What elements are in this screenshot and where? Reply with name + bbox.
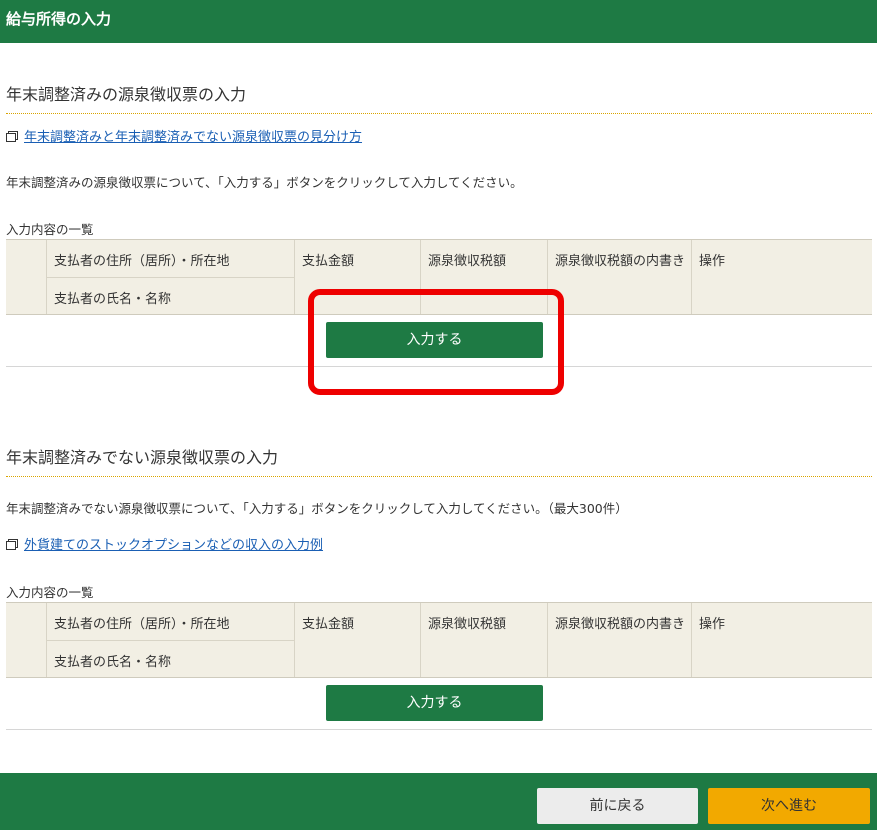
next-button[interactable]: 次へ進む: [708, 788, 870, 824]
back-button[interactable]: 前に戻る: [537, 788, 698, 824]
section1-list-label: 入力内容の一覧: [6, 222, 94, 237]
footer-bar: 前に戻る 次へ進む: [0, 773, 877, 830]
col-tax: 源泉徴収税額: [428, 617, 507, 632]
section2-list-label: 入力内容の一覧: [6, 585, 94, 600]
section1-title: 年末調整済みの源泉徴収票の入力: [6, 81, 872, 114]
section1-help-link-text[interactable]: 年末調整済みと年末調整済みでない源泉徴収票の見分け方: [24, 126, 362, 145]
col-address: 支払者の住所（居所）・所在地: [54, 617, 230, 632]
col-action: 操作: [699, 617, 726, 632]
section2-help-link[interactable]: 外貨建てのストックオプションなどの収入の入力例: [6, 534, 323, 553]
section2-input-button[interactable]: 入力する: [326, 685, 543, 721]
col-amount: 支払金額: [302, 254, 355, 269]
new-window-icon: [6, 130, 18, 142]
page-title: 給与所得の入力: [6, 10, 112, 28]
col-name: 支払者の氏名・名称: [54, 655, 172, 670]
section2-title: 年末調整済みでない源泉徴収票の入力: [6, 444, 872, 477]
col-amount: 支払金額: [302, 617, 355, 632]
col-action: 操作: [699, 254, 726, 269]
new-window-icon: [6, 538, 18, 550]
col-name: 支払者の氏名・名称: [54, 292, 172, 307]
section2-row-divider: [6, 729, 872, 730]
col-tax-detail: 源泉徴収税額の内書き: [555, 254, 686, 269]
col-tax: 源泉徴収税額: [428, 254, 507, 269]
section1-description: 年末調整済みの源泉徴収票について、「入力する」ボタンをクリックして入力してくださ…: [6, 175, 523, 190]
col-tax-detail: 源泉徴収税額の内書き: [555, 617, 686, 632]
section1-row-divider: [6, 366, 872, 367]
section2-description: 年末調整済みでない源泉徴収票について、「入力する」ボタンをクリックして入力してく…: [6, 501, 628, 516]
col-address: 支払者の住所（居所）・所在地: [54, 254, 230, 269]
section2-help-link-text[interactable]: 外貨建てのストックオプションなどの収入の入力例: [24, 534, 323, 553]
section2-table-header: 支払者の住所（居所）・所在地 支払者の氏名・名称 支払金額 源泉徴収税額 源泉徴…: [6, 602, 872, 678]
section1-input-button[interactable]: 入力する: [326, 322, 543, 358]
page-header: 給与所得の入力: [0, 0, 877, 43]
section1-table-header: 支払者の住所（居所）・所在地 支払者の氏名・名称 支払金額 源泉徴収税額 源泉徴…: [6, 239, 872, 315]
section1-help-link[interactable]: 年末調整済みと年末調整済みでない源泉徴収票の見分け方: [6, 126, 362, 145]
